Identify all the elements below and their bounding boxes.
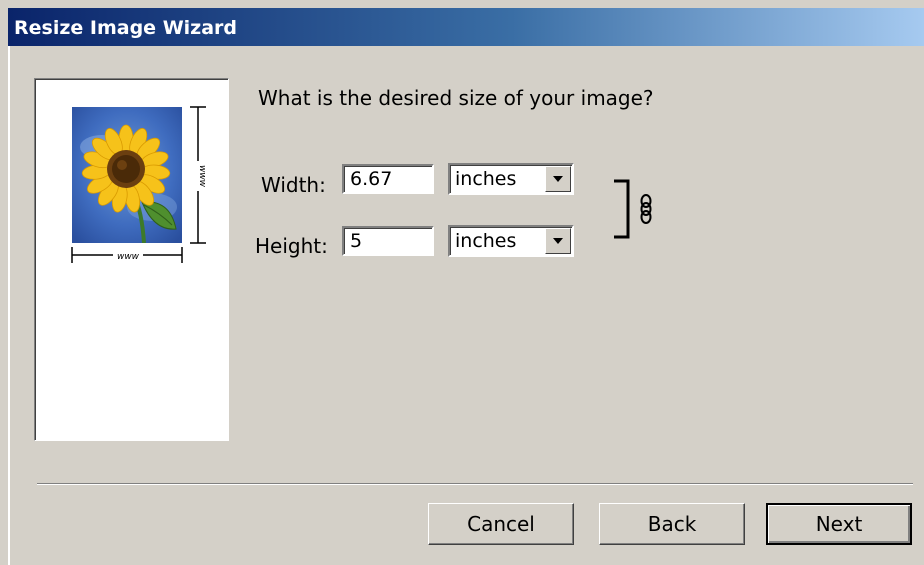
width-marker-text: www <box>117 252 140 262</box>
window-title: Resize Image Wizard <box>14 17 238 39</box>
cancel-button[interactable]: Cancel <box>428 503 574 545</box>
chain-link-icon[interactable] <box>610 179 660 241</box>
width-label: Width: <box>261 173 326 197</box>
resize-image-wizard-window: Resize Image Wizard www www What is the … <box>0 0 924 565</box>
width-unit-dropdown[interactable]: inches <box>448 163 574 195</box>
width-input[interactable] <box>342 164 434 194</box>
width-unit-chevron-down-icon[interactable] <box>545 166 571 192</box>
size-question: What is the desired size of your image? <box>258 86 654 110</box>
height-unit-dropdown[interactable]: inches <box>448 225 574 257</box>
height-input[interactable] <box>342 226 434 256</box>
height-marker-text: www <box>197 165 207 188</box>
window-left-edge <box>8 46 10 565</box>
back-button[interactable]: Back <box>599 503 745 545</box>
dimension-markers: www www <box>71 106 207 263</box>
next-button[interactable]: Next <box>766 503 912 545</box>
height-unit-chevron-down-icon[interactable] <box>545 228 571 254</box>
footer-separator <box>37 483 913 485</box>
height-unit-value: inches <box>455 230 517 252</box>
height-label: Height: <box>255 234 328 258</box>
title-bar[interactable]: Resize Image Wizard <box>8 8 924 46</box>
image-preview-panel: www www <box>34 78 229 441</box>
width-unit-value: inches <box>455 168 517 190</box>
